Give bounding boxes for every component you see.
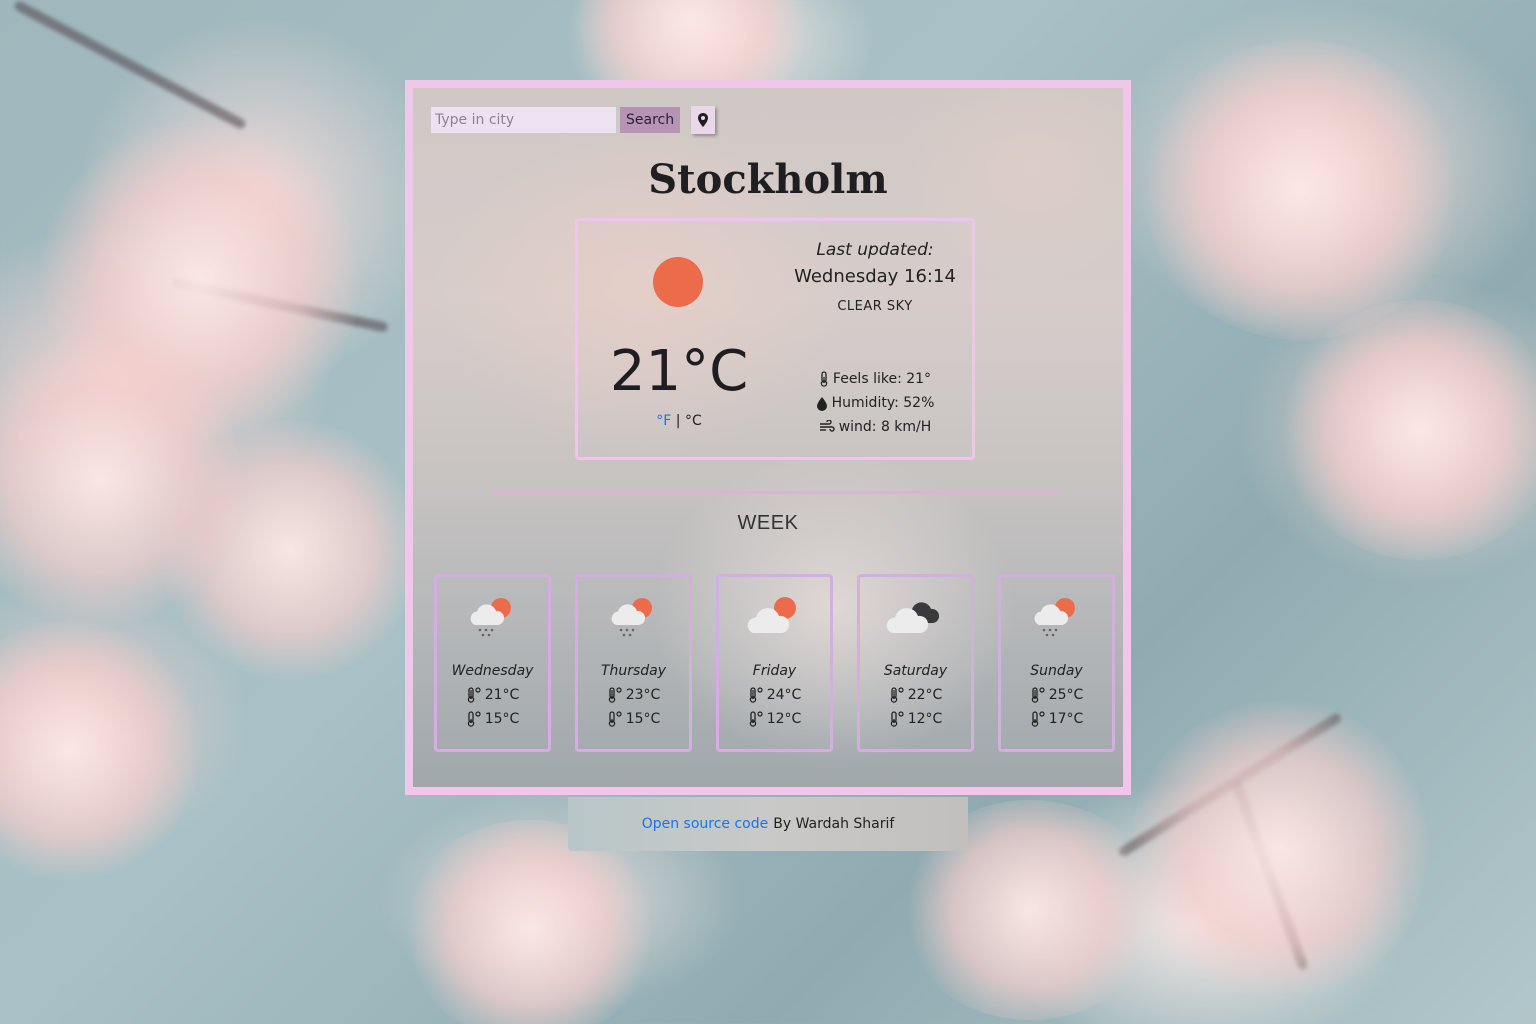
sun-cloud-icon bbox=[747, 597, 796, 633]
forecast-min-temp: 12°C bbox=[719, 711, 830, 727]
forecast-day-name: Thursday bbox=[600, 663, 667, 679]
forecast-min-value: 12°C bbox=[907, 711, 943, 727]
search-button[interactable]: Search bbox=[620, 107, 681, 133]
forecast-day-card: Wednesday 21°C 15°C bbox=[434, 574, 551, 752]
open-source-code-link[interactable]: Open source code bbox=[642, 816, 769, 832]
forecast-min-value: 17°C bbox=[1048, 711, 1084, 727]
feels-like-text: Feels like: 21° bbox=[832, 371, 932, 387]
forecast-max-temp: 25°C bbox=[1001, 687, 1112, 703]
unit-separator: | bbox=[675, 413, 681, 429]
location-pin-icon bbox=[698, 113, 709, 127]
thermometer-low-icon bbox=[890, 711, 904, 727]
wind-text: wind: 8 km/H bbox=[838, 419, 932, 435]
forecast-day-name: Sunday bbox=[1030, 663, 1083, 679]
last-updated-label: Last updated: bbox=[816, 240, 934, 260]
forecast-day-card: Thursday 23°C 15°C bbox=[575, 574, 692, 752]
weather-condition: CLEAR SKY bbox=[837, 299, 913, 314]
wind-row: wind: 8 km/H bbox=[778, 415, 972, 439]
thermometer-low-icon bbox=[1031, 711, 1045, 727]
thermometer-high-icon bbox=[608, 687, 622, 703]
forecast-min-value: 15°C bbox=[484, 711, 520, 727]
wind-icon bbox=[819, 420, 835, 432]
thermometer-low-icon bbox=[608, 711, 622, 727]
forecast-min-temp: 17°C bbox=[1001, 711, 1112, 727]
weather-details: Feels like: 21° Humidity: 52% wind: 8 km… bbox=[778, 367, 972, 439]
forecast-max-value: 24°C bbox=[766, 687, 802, 703]
forecast-day-card: Saturday 22°C 12°C bbox=[857, 574, 974, 752]
search-bar: Search bbox=[431, 106, 716, 134]
feels-like-row: Feels like: 21° bbox=[778, 367, 972, 391]
forecast-min-value: 15°C bbox=[625, 711, 661, 727]
forecast-min-temp: 12°C bbox=[860, 711, 971, 727]
thermometer-high-icon bbox=[749, 687, 763, 703]
forecast-max-value: 21°C bbox=[484, 687, 520, 703]
celsius-link[interactable]: °C bbox=[685, 413, 702, 429]
forecast-day-card: Friday 24°C 12°C bbox=[716, 574, 833, 752]
forecast-min-value: 12°C bbox=[766, 711, 802, 727]
thermometer-high-icon bbox=[1031, 687, 1045, 703]
current-temperature: 21°C bbox=[609, 339, 749, 404]
forecast-day-name: Friday bbox=[752, 663, 797, 679]
forecast-day-name: Saturday bbox=[883, 663, 948, 679]
forecast-min-temp: 15°C bbox=[578, 711, 689, 727]
thermometer-icon bbox=[820, 371, 828, 387]
thermometer-low-icon bbox=[467, 711, 481, 727]
humidity-text: Humidity: 52% bbox=[831, 395, 935, 411]
fahrenheit-link[interactable]: °F bbox=[656, 413, 671, 429]
current-location-button[interactable] bbox=[691, 106, 716, 134]
week-title: WEEK bbox=[737, 512, 799, 534]
last-updated-time: Wednesday 16:14 bbox=[794, 266, 956, 287]
weather-card: Search Stockholm 21°C °F | °C Last updat… bbox=[405, 80, 1131, 795]
forecast-max-temp: 24°C bbox=[719, 687, 830, 703]
sun-cloud-rain-icon bbox=[1034, 598, 1075, 637]
forecast-max-value: 23°C bbox=[625, 687, 661, 703]
city-title: Stockholm bbox=[648, 156, 888, 203]
dark-cloud-icon bbox=[886, 602, 940, 633]
forecast-day-name: Wednesday bbox=[451, 663, 534, 679]
unit-toggle: °F | °C bbox=[578, 413, 780, 429]
forecast-max-temp: 21°C bbox=[437, 687, 548, 703]
forecast-min-temp: 15°C bbox=[437, 711, 548, 727]
humidity-row: Humidity: 52% bbox=[778, 391, 972, 415]
footer: Open source code By Wardah Sharif bbox=[568, 797, 968, 851]
forecast-day-card: Sunday 25°C 17°C bbox=[998, 574, 1115, 752]
sun-cloud-rain-icon bbox=[611, 598, 652, 637]
divider bbox=[493, 491, 1058, 494]
forecast-max-temp: 22°C bbox=[860, 687, 971, 703]
weekly-forecast: Wednesday 21°C 15°C Thursday 23°C 15°C F… bbox=[434, 574, 1118, 752]
city-search-input[interactable] bbox=[431, 107, 616, 133]
last-updated-block: Last updated: Wednesday 16:14 CLEAR SKY bbox=[778, 237, 972, 314]
current-weather-panel: 21°C °F | °C Last updated: Wednesday 16:… bbox=[575, 218, 975, 460]
forecast-max-value: 25°C bbox=[1048, 687, 1084, 703]
thermometer-low-icon bbox=[749, 711, 763, 727]
thermometer-high-icon bbox=[467, 687, 481, 703]
footer-author: By Wardah Sharif bbox=[773, 816, 895, 832]
thermometer-high-icon bbox=[890, 687, 904, 703]
sun-cloud-rain-icon bbox=[470, 598, 511, 637]
forecast-max-temp: 23°C bbox=[578, 687, 689, 703]
sun-icon bbox=[653, 257, 703, 307]
forecast-max-value: 22°C bbox=[907, 687, 943, 703]
droplet-icon bbox=[816, 396, 827, 411]
